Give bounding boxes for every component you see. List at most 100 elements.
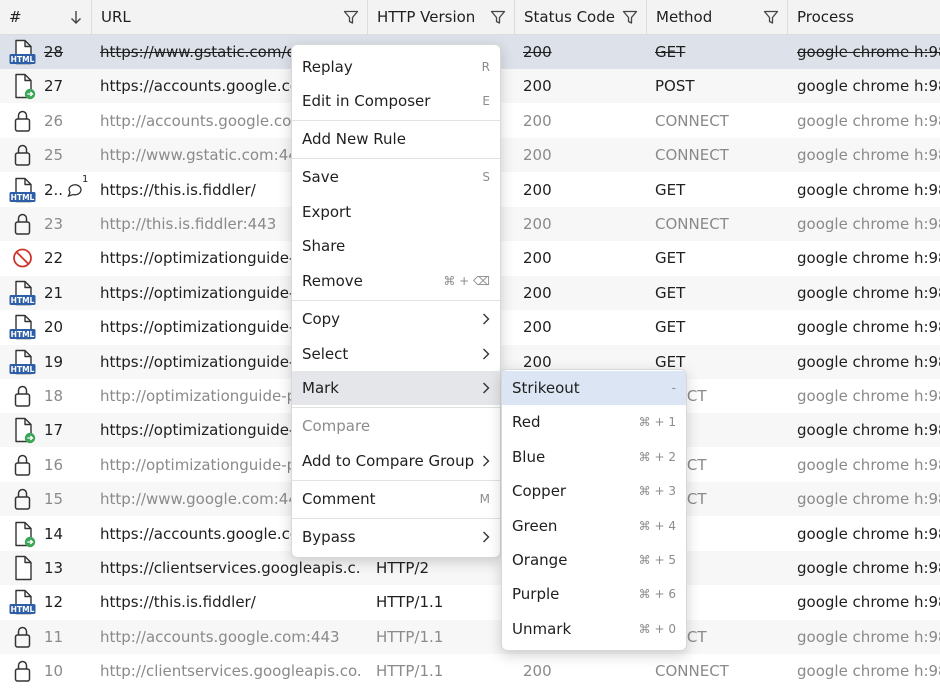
chevron-right-icon	[483, 313, 490, 325]
html-file-icon: HTML	[9, 314, 36, 340]
html-file-icon: HTML	[9, 280, 36, 305]
chevron-right-icon	[483, 455, 490, 467]
session-method: GET	[655, 283, 686, 302]
mark-option-shortcut: ⌘ + 0	[638, 621, 676, 636]
session-row[interactable]: 11 http://accounts.google.com:443 HTTP/1.1…	[0, 619, 940, 654]
filter-icon[interactable]	[763, 9, 779, 25]
menu-item-replay[interactable]: Replay R	[292, 50, 500, 84]
column-header-number[interactable]: #	[0, 0, 92, 34]
menu-item-label: Select	[302, 345, 349, 363]
session-method: CONNECT	[655, 111, 729, 130]
mark-option-blue[interactable]: Blue ⌘ + 2	[502, 440, 686, 474]
menu-item-label: Export	[302, 203, 352, 221]
menu-item-label: Replay	[302, 58, 353, 76]
menu-item-export[interactable]: Export	[292, 195, 500, 229]
session-url: http://clientservices.googleapis.co...	[100, 662, 362, 681]
session-http-version: HTTP/1.1	[376, 627, 444, 646]
menu-item-bypass[interactable]: Bypass	[292, 520, 500, 554]
column-header-status-code[interactable]: Status Code	[515, 0, 647, 34]
mark-option-label: Strikeout	[512, 379, 580, 397]
menu-item-select[interactable]: Select	[292, 337, 500, 371]
session-method: GET	[655, 318, 686, 337]
lock-icon	[14, 488, 31, 510]
filter-icon[interactable]	[490, 9, 506, 25]
session-status-code: 200	[523, 318, 552, 337]
menu-item-compare[interactable]: Compare	[292, 409, 500, 443]
session-process: google chrome h:984	[797, 490, 940, 509]
sort-descending-icon[interactable]	[68, 9, 84, 25]
session-process: google chrome h:984	[797, 318, 940, 337]
column-header-http-version-label: HTTP Version	[377, 8, 476, 26]
lock-icon	[14, 626, 31, 648]
session-process: google chrome h:984	[797, 455, 940, 474]
session-process: google chrome h:984	[797, 77, 940, 96]
filter-icon[interactable]	[622, 9, 638, 25]
mark-option-label: Purple	[512, 585, 560, 604]
session-number: 14	[44, 524, 64, 543]
menu-item-share[interactable]: Share	[292, 229, 500, 263]
session-status-code: 200	[523, 662, 552, 681]
svg-text:HTML: HTML	[11, 605, 35, 614]
menu-item-label: Bypass	[302, 528, 356, 546]
session-method: CONNECT	[655, 215, 729, 233]
menu-item-copy[interactable]: Copy	[292, 302, 500, 336]
session-process: google chrome h:984	[797, 421, 940, 440]
menu-item-add-new-rule[interactable]: Add New Rule	[292, 122, 500, 156]
mark-option-shortcut: ⌘ + 3	[638, 484, 676, 499]
session-number: 26	[44, 111, 64, 130]
session-method: GET	[655, 180, 686, 199]
mark-option-orange[interactable]: Orange ⌘ + 5	[502, 543, 686, 577]
lock-icon	[14, 385, 31, 407]
menu-item-remove[interactable]: Remove ⌘ + ⌫	[292, 264, 500, 298]
session-row[interactable]: HTML 12 https://this.is.fiddler/HTTP/1.1 go…	[0, 585, 940, 619]
lock-icon	[14, 213, 31, 235]
request-sent-icon	[15, 74, 36, 100]
lock-icon	[14, 454, 31, 476]
mark-option-shortcut: ⌘ + 4	[638, 518, 676, 533]
session-process: google chrome h:984	[797, 627, 940, 646]
menu-item-add-to-compare-group[interactable]: Add to Compare Group	[292, 444, 500, 478]
mark-option-unmark[interactable]: Unmark ⌘ + 0	[502, 612, 686, 646]
column-header-process[interactable]: Process	[788, 0, 940, 34]
menu-separator	[292, 120, 500, 121]
session-status-code: 200	[523, 111, 552, 130]
session-process: google chrome h:984	[797, 387, 940, 405]
column-header-process-label: Process	[797, 8, 854, 26]
mark-option-shortcut: ⌘ + 2	[638, 449, 676, 464]
filter-icon[interactable]	[343, 9, 359, 25]
menu-item-shortcut: M	[479, 492, 490, 506]
lock-icon	[14, 110, 31, 132]
menu-item-comment[interactable]: Comment M	[292, 482, 500, 516]
session-number: 13	[44, 559, 64, 577]
svg-text:HTML: HTML	[11, 365, 35, 374]
mark-option-strikeout[interactable]: Strikeout -	[502, 371, 686, 405]
session-url: http://accounts.google.com:443	[100, 627, 340, 646]
svg-text:HTML: HTML	[11, 296, 35, 305]
menu-item-shortcut: E	[482, 94, 490, 108]
column-header-http-version[interactable]: HTTP Version	[368, 0, 515, 34]
mark-option-label: Unmark	[512, 619, 572, 638]
mark-option-shortcut: ⌘ + 5	[638, 553, 676, 567]
session-process: google chrome h:984	[797, 180, 940, 199]
session-http-version: HTTP/1.1	[376, 662, 444, 681]
menu-item-mark[interactable]: Mark	[292, 371, 500, 405]
menu-separator	[292, 300, 500, 301]
mark-option-red[interactable]: Red ⌘ + 1	[502, 405, 686, 439]
session-status-code: 200	[523, 283, 552, 302]
column-header-url[interactable]: URL	[92, 0, 368, 34]
mark-option-green[interactable]: Green ⌘ + 4	[502, 509, 686, 543]
mark-option-label: Copper	[512, 482, 567, 501]
column-header-method[interactable]: Method	[647, 0, 788, 34]
menu-item-save[interactable]: Save S	[292, 160, 500, 194]
session-number: 22	[44, 249, 64, 268]
lock-icon	[14, 660, 31, 682]
menu-separator	[292, 480, 500, 481]
html-file-icon: HTML	[9, 590, 36, 615]
session-url: https://this.is.fiddler/	[100, 593, 256, 612]
context-menu: Replay R Edit in Composer E Add New Rule Save…	[291, 44, 501, 558]
mark-option-copper[interactable]: Copper ⌘ + 3	[502, 474, 686, 508]
session-number: 15	[44, 490, 64, 509]
menu-item-edit-in-composer[interactable]: Edit in Composer E	[292, 84, 500, 118]
mark-option-purple[interactable]: Purple ⌘ + 6	[502, 577, 686, 611]
session-row[interactable]: 10 http://clientservices.googleapis.co...…	[0, 654, 940, 688]
